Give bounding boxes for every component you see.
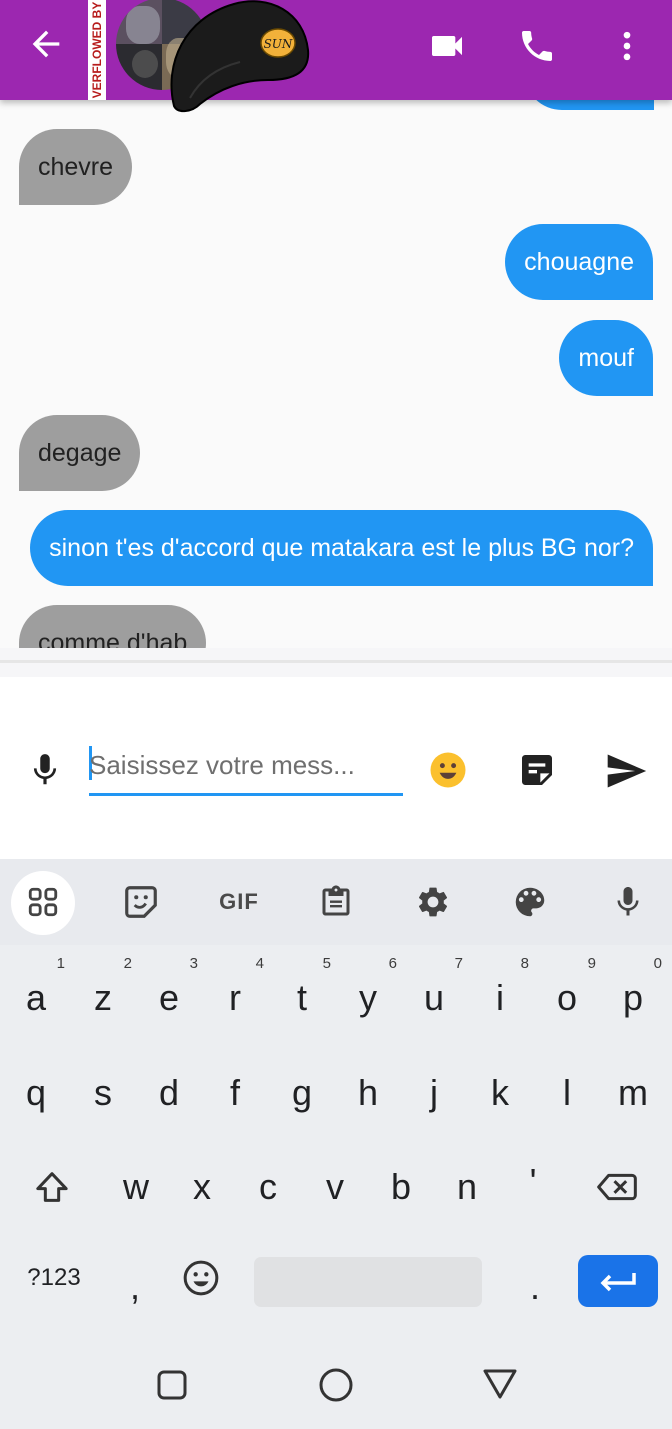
key-apostrophe[interactable]: '	[500, 1142, 566, 1222]
key-c[interactable]: c	[235, 1147, 301, 1227]
back-triangle-icon[interactable]	[481, 1365, 519, 1403]
key-b[interactable]: b	[368, 1147, 434, 1227]
key-s[interactable]: s	[70, 1053, 136, 1133]
system-nav-bar	[0, 1309, 672, 1429]
sticker-icon[interactable]	[118, 879, 164, 925]
key-u[interactable]: u7	[401, 955, 467, 1038]
key-e[interactable]: e3	[136, 955, 202, 1038]
key-g[interactable]: g	[269, 1053, 335, 1133]
backspace-key[interactable]	[584, 1147, 650, 1227]
message-list[interactable]: chevre chouagne mouf degage sinon t'es d…	[0, 100, 672, 648]
backspace-icon	[597, 1173, 637, 1201]
message-bubble-incoming: comme d'hab	[19, 605, 207, 648]
message-bubble-outgoing: chouagne	[505, 224, 653, 300]
hat-badge-text: SUN	[264, 37, 293, 51]
video-call-icon[interactable]	[427, 26, 467, 66]
message-bubble-outgoing: mouf	[559, 320, 653, 396]
home-circle-icon[interactable]	[316, 1365, 356, 1405]
message-bubble-incoming: chevre	[19, 129, 133, 205]
keyboard-toolbar: GIF	[0, 859, 672, 945]
message-bubble-cut	[524, 100, 654, 110]
key-q[interactable]: q	[3, 1053, 69, 1133]
debug-banner: VERFLOWED BY	[88, 0, 106, 100]
key-o[interactable]: o9	[534, 955, 600, 1038]
key-i[interactable]: i8	[467, 955, 533, 1038]
key-j[interactable]: j	[401, 1053, 467, 1133]
message-input-field[interactable]	[89, 737, 403, 796]
key-d[interactable]: d	[136, 1053, 202, 1133]
message-composer	[0, 677, 672, 859]
shift-key[interactable]	[19, 1147, 85, 1227]
key-m[interactable]: m	[600, 1053, 666, 1133]
debug-banner-text: VERFLOWED BY	[90, 1, 104, 99]
sticky-note-icon[interactable]	[517, 750, 557, 790]
key-a[interactable]: a1	[3, 955, 69, 1038]
key-l[interactable]: l	[534, 1053, 600, 1133]
message-bubble-outgoing: sinon t'es d'accord que matakara est le …	[30, 510, 653, 586]
key-y[interactable]: y6	[335, 955, 401, 1038]
mic-icon[interactable]	[26, 751, 64, 789]
composer-divider	[0, 660, 672, 663]
key-t[interactable]: t5	[269, 955, 335, 1038]
shift-icon	[36, 1172, 68, 1202]
space-bar[interactable]	[254, 1257, 482, 1307]
message-input[interactable]	[89, 737, 399, 793]
key-v[interactable]: v	[302, 1147, 368, 1227]
key-r[interactable]: r4	[202, 955, 268, 1038]
emoji-icon	[183, 1260, 219, 1296]
apps-grid-icon[interactable]	[20, 879, 66, 925]
soft-keyboard: GIF a1 z2 e3 r4 t5 y6 u7 i8 o 9 p 0 q s …	[0, 859, 672, 1309]
key-k[interactable]: k	[467, 1053, 533, 1133]
emoji-key[interactable]	[168, 1238, 234, 1318]
recents-square-icon[interactable]	[154, 1367, 190, 1403]
key-f[interactable]: f	[202, 1053, 268, 1133]
message-bubble-incoming: degage	[19, 415, 141, 491]
more-vert-icon[interactable]	[607, 26, 647, 66]
settings-icon[interactable]	[410, 879, 456, 925]
mic-icon[interactable]	[605, 879, 651, 925]
key-w[interactable]: w	[103, 1147, 169, 1227]
key-z[interactable]: z2	[70, 955, 136, 1038]
palette-icon[interactable]	[507, 879, 553, 925]
key-x[interactable]: x	[169, 1147, 235, 1227]
send-icon[interactable]	[604, 749, 648, 793]
enter-key[interactable]	[578, 1255, 658, 1307]
key-n[interactable]: n	[434, 1147, 500, 1227]
key-p[interactable]: p0	[600, 955, 666, 1038]
sun-hat-image: SUN	[170, 0, 310, 112]
phone-icon[interactable]	[517, 26, 557, 66]
key-h[interactable]: h	[335, 1053, 401, 1133]
app-bar: VERFLOWED BY SUN	[0, 0, 672, 112]
gif-button[interactable]: GIF	[216, 879, 262, 925]
gif-icon: GIF	[219, 889, 259, 914]
clipboard-icon[interactable]	[313, 879, 359, 925]
emoji-icon[interactable]	[427, 749, 469, 791]
symbols-key[interactable]: ?123	[16, 1238, 92, 1318]
back-arrow-icon[interactable]	[26, 24, 66, 64]
enter-icon	[600, 1273, 636, 1292]
